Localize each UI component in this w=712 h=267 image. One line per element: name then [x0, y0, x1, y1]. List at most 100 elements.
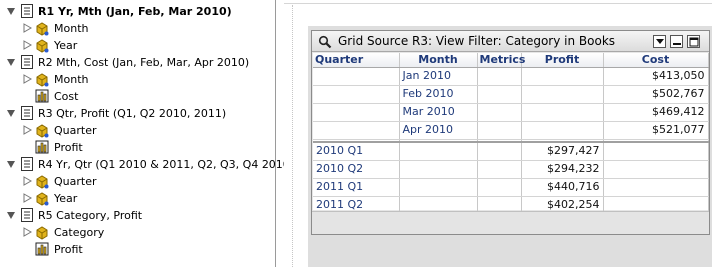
report-icon: [21, 55, 33, 69]
column-header-profit[interactable]: Profit: [521, 53, 604, 68]
tree-metric-profit[interactable]: Profit: [0, 139, 275, 156]
tree-report-r3[interactable]: R3 Qtr, Profit (Q1, Q2 2010, 2011): [0, 105, 275, 122]
tree-report-r5[interactable]: R5 Category, Profit: [0, 207, 275, 224]
tree-attribute-month[interactable]: Month: [0, 20, 275, 37]
attribute-cube-icon: [36, 73, 49, 87]
collapsed-triangle-icon[interactable]: [22, 226, 32, 238]
expanded-triangle-icon[interactable]: [6, 158, 16, 170]
table-row: 2010 Q2 $294,232: [313, 160, 709, 179]
maximize-button[interactable]: [687, 35, 700, 48]
collapsed-triangle-icon[interactable]: [22, 192, 32, 204]
tree-report-r1[interactable]: R1 Yr, Mth (Jan, Feb, Mar 2010): [0, 3, 275, 20]
attribute-cube-icon: [36, 39, 49, 53]
metrics-cell: [477, 142, 522, 161]
tree-attribute-quarter[interactable]: Quarter: [0, 173, 275, 190]
profit-cell: $294,232: [521, 160, 604, 179]
profit-cell: $297,427: [521, 142, 604, 161]
profit-cell: $440,716: [521, 178, 604, 197]
tree-attribute-quarter[interactable]: Quarter: [0, 122, 275, 139]
report-tree: R1 Yr, Mth (Jan, Feb, Mar 2010) Month Ye…: [0, 0, 294, 267]
tree-report-label: R5 Category, Profit: [38, 209, 143, 222]
tree-report-label: R2 Mth, Cost (Jan, Feb, Mar, Apr 2010): [38, 56, 250, 69]
cost-cell: $521,077: [603, 121, 709, 140]
collapsed-triangle-icon[interactable]: [22, 22, 32, 34]
tree-report-r2[interactable]: R2 Mth, Cost (Jan, Feb, Mar, Apr 2010): [0, 54, 275, 71]
collapsed-triangle-icon[interactable]: [22, 175, 32, 187]
dropdown-menu-button[interactable]: [653, 35, 666, 48]
quarter-cell: [313, 121, 400, 140]
attribute-cube-icon: [36, 192, 49, 206]
month-cell: [399, 160, 478, 179]
quarter-cell: [313, 103, 400, 122]
column-header-quarter[interactable]: Quarter: [313, 53, 400, 68]
profit-cell: [521, 103, 604, 122]
tree-node-label: Cost: [54, 90, 79, 103]
tree-attribute-month[interactable]: Month: [0, 71, 275, 88]
minimize-button[interactable]: [670, 35, 683, 48]
table-row: Feb 2010 $502,767: [313, 85, 709, 104]
data-grid: Quarter Month Metrics Profit Cost Jan 20…: [313, 53, 709, 215]
cost-cell: [603, 160, 709, 179]
metrics-cell: [477, 160, 522, 179]
tree-attribute-category[interactable]: Category: [0, 224, 275, 241]
tree-node-label: Year: [54, 39, 78, 52]
tree-node-label: Year: [54, 192, 78, 205]
grid-window[interactable]: Grid Source R3: View Filter: Category in…: [311, 30, 710, 235]
quarter-cell: 2010 Q2: [313, 160, 400, 179]
attribute-cube-icon: [36, 124, 49, 138]
grid-table-container: Quarter Month Metrics Profit Cost Jan 20…: [313, 53, 709, 215]
chevron-down-icon: [656, 39, 664, 44]
header-row: Quarter Month Metrics Profit Cost: [313, 53, 709, 68]
metrics-cell: [477, 85, 522, 104]
tree-node-label: Profit: [54, 243, 83, 256]
column-header-month[interactable]: Month: [399, 53, 478, 68]
month-cell: Mar 2010: [399, 103, 478, 122]
metric-icon: [35, 140, 49, 154]
metrics-cell: [477, 67, 522, 86]
tree-metric-profit[interactable]: Profit: [0, 241, 275, 258]
tree-attribute-year[interactable]: Year: [0, 37, 275, 54]
tree-node-label: Category: [54, 226, 105, 239]
grid-footer: [312, 211, 709, 234]
cost-cell: $502,767: [603, 85, 709, 104]
profit-cell: [521, 67, 604, 86]
metrics-cell: [477, 121, 522, 140]
cost-cell: [603, 142, 709, 161]
table-row: Apr 2010 $521,077: [313, 121, 709, 140]
quarter-cell: [313, 85, 400, 104]
metric-icon: [35, 89, 49, 103]
grid-title-bar[interactable]: Grid Source R3: View Filter: Category in…: [312, 31, 709, 52]
quarter-cell: 2010 Q1: [313, 142, 400, 161]
tree-report-r4[interactable]: R4 Yr, Qtr (Q1 2010 & 2011, Q2, Q3, Q4 2…: [0, 156, 294, 173]
expanded-triangle-icon[interactable]: [6, 107, 16, 119]
collapsed-triangle-icon[interactable]: [22, 73, 32, 85]
metric-icon: [35, 242, 49, 256]
tree-report-label: R3 Qtr, Profit (Q1, Q2 2010, 2011): [38, 107, 227, 120]
quarter-cell: [313, 67, 400, 86]
profit-cell: [521, 121, 604, 140]
collapsed-triangle-icon[interactable]: [22, 39, 32, 51]
workspace-top-strip: [284, 0, 712, 4]
metrics-cell: [477, 103, 522, 122]
maximize-icon: [689, 37, 699, 47]
collapsed-triangle-icon[interactable]: [22, 124, 32, 136]
attribute-cube-icon: [36, 22, 49, 36]
month-cell: Feb 2010: [399, 85, 478, 104]
table-row: Mar 2010 $469,412: [313, 103, 709, 122]
expanded-triangle-icon[interactable]: [6, 5, 16, 17]
tree-attribute-year[interactable]: Year: [0, 190, 275, 207]
tree-report-label: R4 Yr, Qtr (Q1 2010 & 2011, Q2, Q3, Q4 2…: [38, 158, 295, 171]
tree-metric-cost[interactable]: Cost: [0, 88, 275, 105]
expanded-triangle-icon[interactable]: [6, 209, 16, 221]
expanded-triangle-icon[interactable]: [6, 56, 16, 68]
column-header-metrics[interactable]: Metrics: [477, 53, 525, 68]
tree-node-label: Quarter: [54, 124, 97, 137]
minimize-icon: [673, 43, 681, 45]
report-icon: [21, 4, 33, 18]
tree-node-label: Profit: [54, 141, 83, 154]
column-header-cost[interactable]: Cost: [603, 53, 709, 68]
report-icon: [21, 106, 33, 120]
table-row: 2010 Q1 $297,427: [313, 142, 709, 161]
cost-cell: [603, 178, 709, 197]
tree-report-label: R1 Yr, Mth (Jan, Feb, Mar 2010): [38, 5, 232, 18]
